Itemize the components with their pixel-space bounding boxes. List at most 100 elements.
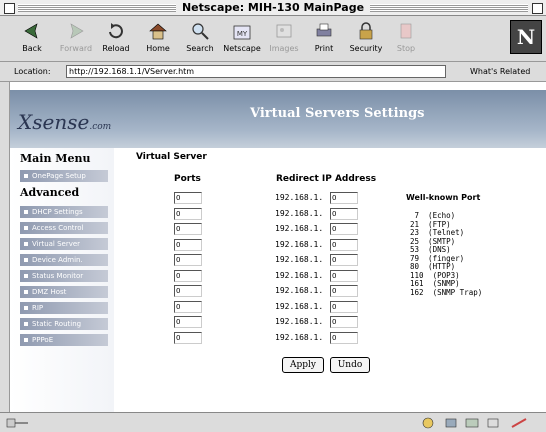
port-input[interactable] (174, 285, 202, 297)
connection-status-icon (6, 418, 28, 428)
ip-last-octet-input[interactable] (330, 300, 358, 313)
whats-related-button[interactable]: What's Related (470, 67, 530, 76)
window-title-bar[interactable]: Netscape: MIH-130 MainPage (0, 0, 546, 16)
stop-icon (400, 23, 412, 39)
xsense-logo: Xsense.com (18, 110, 111, 134)
forward-arrow-icon (70, 23, 84, 39)
security-button[interactable]: Security (346, 18, 386, 60)
images-label: Images (269, 44, 299, 53)
forward-label: Forward (59, 44, 93, 53)
sidebar-item-static-routing[interactable]: Static Routing (20, 318, 108, 330)
home-label: Home (146, 44, 170, 53)
back-label: Back (22, 44, 42, 53)
ip-prefix: 192.168.1. (275, 332, 324, 342)
reload-label: Reload (102, 44, 130, 53)
ip-last-octet-input[interactable] (330, 331, 358, 344)
svg-text:MY: MY (237, 30, 248, 38)
security-label: Security (349, 44, 383, 53)
port-input[interactable] (174, 238, 202, 251)
virtual-server-heading: Virtual Server (136, 152, 207, 162)
logo-suffix: .com (89, 122, 112, 132)
sidebar-item-rip[interactable]: RIP (20, 302, 108, 314)
print-icon (316, 23, 332, 37)
lock-icon (359, 22, 373, 40)
forward-button[interactable]: Forward (56, 18, 96, 60)
port-input[interactable] (174, 223, 202, 235)
stop-button[interactable]: Stop (386, 18, 426, 60)
ip-last-octet-input[interactable] (330, 223, 358, 235)
port-input[interactable] (174, 331, 202, 344)
ip-last-octet-input[interactable] (330, 192, 358, 204)
status-bar (0, 412, 546, 432)
ip-last-octet-input[interactable] (330, 238, 358, 251)
page-content: Xsense.com Virtual Servers Settings Main… (10, 90, 546, 412)
sidebar-item-access-control[interactable]: Access Control (20, 222, 108, 234)
ip-last-octet-input[interactable] (330, 207, 358, 220)
sidebar-item-dhcp-settings[interactable]: DHCP Settings (20, 206, 108, 218)
ip-prefix: 192.168.1. (275, 301, 324, 311)
search-icon (192, 23, 209, 40)
ip-column-header: Redirect IP Address (276, 174, 377, 184)
well-known-port-entry: 162 (SNMP Trap) (410, 287, 483, 297)
sidebar-item-onepage-setup[interactable]: OnePage Setup (20, 170, 108, 182)
well-known-port-title: Well-known Port (406, 193, 481, 202)
side-scrollbar[interactable] (0, 82, 10, 412)
advanced-heading: Advanced (20, 186, 80, 199)
print-button[interactable]: Print (304, 18, 344, 60)
url-field[interactable] (66, 65, 446, 78)
ports-column-header: Ports (174, 174, 201, 184)
reload-button[interactable]: Reload (96, 18, 136, 60)
back-arrow-icon (24, 23, 38, 39)
netscape-icon: MY (233, 25, 251, 40)
stop-label: Stop (396, 44, 416, 53)
page-header: Xsense.com Virtual Servers Settings (10, 90, 546, 148)
page-title: Virtual Servers Settings (250, 106, 425, 121)
ip-prefix: 192.168.1. (275, 286, 324, 295)
ip-prefix: 192.168.1. (275, 208, 324, 218)
sidebar-item-status-monitor[interactable]: Status Monitor (20, 270, 108, 282)
home-icon (149, 23, 167, 40)
ip-prefix: 192.168.1. (275, 270, 324, 280)
undo-button[interactable]: Undo (330, 357, 370, 373)
logo-text: Xsense (18, 110, 90, 134)
ip-last-octet-input[interactable] (330, 316, 358, 328)
sidebar-menu: Main Menu OnePage Setup Advanced DHCP Se… (10, 148, 114, 412)
port-input[interactable] (174, 254, 202, 266)
port-input[interactable] (174, 269, 202, 282)
search-button[interactable]: Search (180, 18, 220, 60)
sidebar-item-virtual-server[interactable]: Virtual Server (20, 238, 108, 250)
apply-button[interactable]: Apply (282, 357, 324, 373)
netscape-label: Netscape (223, 44, 261, 53)
images-button[interactable]: Images (264, 18, 304, 60)
window-title: Netscape: MIH-130 MainPage (175, 1, 371, 14)
port-input[interactable] (174, 207, 202, 220)
ip-prefix: 192.168.1. (275, 255, 324, 264)
ip-last-octet-input[interactable] (330, 254, 358, 266)
ip-prefix: 192.168.1. (275, 224, 324, 233)
navigation-toolbar: Back Forward Reload Home Search MY Netsc… (0, 16, 546, 62)
ip-last-octet-input[interactable] (330, 269, 358, 282)
port-input[interactable] (174, 192, 202, 204)
sidebar-item-dmz-host[interactable]: DMZ Host (20, 286, 108, 298)
home-button[interactable]: Home (138, 18, 178, 60)
component-bar-icons[interactable] (416, 416, 542, 430)
back-button[interactable]: Back (12, 18, 52, 60)
location-label: Location: (14, 67, 51, 76)
sidebar-item-device-admin[interactable]: Device Admin. (20, 254, 108, 266)
main-menu-heading: Main Menu (20, 152, 91, 165)
ip-prefix: 192.168.1. (275, 317, 324, 326)
netscape-logo: N (510, 20, 542, 54)
ip-prefix: 192.168.1. (275, 193, 324, 202)
well-known-port-list: 7 (Echo) 21 (FTP) 23 (Telnet) 25 (SMTP) 53 (… (410, 211, 483, 297)
reload-icon (109, 23, 123, 39)
netscape-button[interactable]: MY Netscape (222, 18, 262, 60)
search-label: Search (186, 44, 214, 53)
print-label: Print (314, 44, 334, 53)
location-bar: Location: What's Related (0, 62, 546, 82)
port-input[interactable] (174, 316, 202, 328)
ip-prefix: 192.168.1. (275, 239, 324, 249)
ip-last-octet-input[interactable] (330, 285, 358, 297)
sidebar-item-pppoe[interactable]: PPPoE (20, 334, 108, 346)
port-input[interactable] (174, 300, 202, 313)
images-icon (276, 24, 292, 38)
